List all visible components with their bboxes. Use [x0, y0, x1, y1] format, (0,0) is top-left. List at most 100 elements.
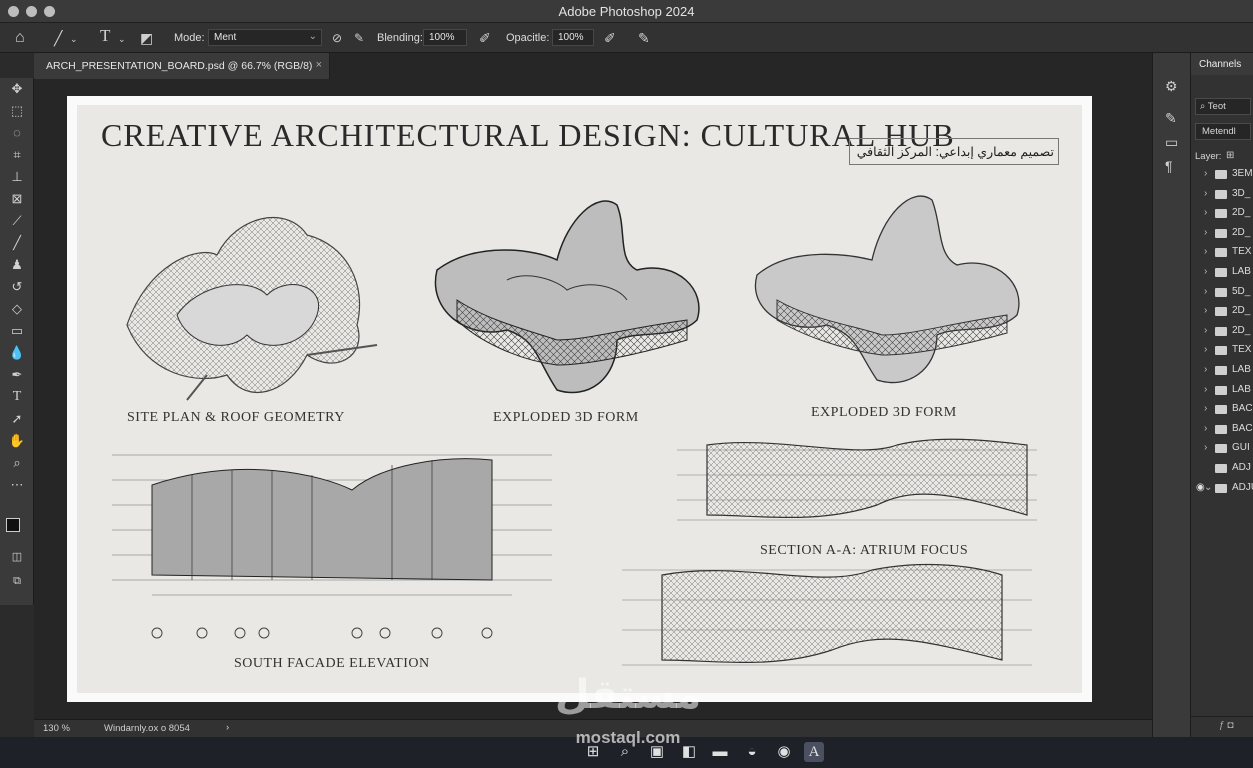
opacity-field[interactable]: 100%: [552, 29, 594, 46]
chevron-icon[interactable]: ›: [1204, 266, 1207, 277]
eraser-tool-icon[interactable]: ◇: [8, 300, 26, 318]
chevron-icon[interactable]: ›: [1204, 384, 1207, 395]
mode-label: Mode:: [174, 32, 205, 44]
toggle-panel-icon[interactable]: ◩: [140, 31, 153, 45]
layer-row[interactable]: ◉⌄ADJU: [1191, 479, 1253, 499]
layer-row[interactable]: › 2D_: [1191, 302, 1253, 322]
home-icon[interactable]: ⌂: [15, 30, 25, 46]
search-icon[interactable]: ⌕: [615, 742, 635, 762]
symmetry-icon[interactable]: ✎: [638, 31, 650, 45]
layer-row[interactable]: › 5D_: [1191, 283, 1253, 303]
adjustments-icon[interactable]: ⚙: [1165, 79, 1178, 93]
layer-row[interactable]: › BAC: [1191, 400, 1253, 420]
blend-mode-select[interactable]: Metendl: [1195, 123, 1251, 140]
layer-row[interactable]: › LAB: [1191, 361, 1253, 381]
blending-field[interactable]: 100%: [423, 29, 467, 46]
layer-row[interactable]: › LAB: [1191, 263, 1253, 283]
layer-row[interactable]: › 2D_: [1191, 204, 1253, 224]
hand-tool-icon[interactable]: ✋: [8, 432, 26, 450]
brush-tool-icon[interactable]: ╱: [8, 234, 26, 252]
pen-tool-icon[interactable]: ✒: [8, 366, 26, 384]
search-value: Teot: [1207, 101, 1226, 112]
rectangle-tool-icon[interactable]: ▭: [8, 322, 26, 340]
blur-tool-icon[interactable]: 💧: [8, 344, 26, 362]
zoom-level[interactable]: 130 %: [43, 723, 70, 734]
lock-icon[interactable]: ⊞: [1226, 150, 1234, 161]
pen-icon[interactable]: ✎: [354, 31, 364, 45]
path-select-icon[interactable]: ➚: [8, 410, 26, 428]
tab-channels[interactable]: Channels: [1191, 53, 1253, 75]
type-tool-icon[interactable]: T: [100, 27, 110, 44]
chevron-icon[interactable]: ›: [1204, 403, 1207, 414]
mask-icon[interactable]: ◘: [1227, 720, 1233, 731]
artboard[interactable]: CREATIVE ARCHITECTURAL DESIGN: CULTURAL …: [67, 96, 1092, 702]
layer-row[interactable]: ADJ: [1191, 459, 1253, 479]
widgets-icon[interactable]: ◧: [679, 742, 699, 762]
layer-search-input[interactable]: ⌕ Teot: [1195, 98, 1251, 115]
chevron-icon[interactable]: ›: [1204, 188, 1207, 199]
layer-row[interactable]: › 3D_: [1191, 185, 1253, 205]
layer-row[interactable]: › TEX: [1191, 341, 1253, 361]
chevron-down-icon[interactable]: ⌄: [118, 32, 126, 46]
foreground-color-swatch[interactable]: [6, 518, 20, 532]
photoshop-app-icon[interactable]: A: [804, 742, 824, 762]
layer-row[interactable]: › 2D_: [1191, 224, 1253, 244]
task-view-icon[interactable]: ▣: [647, 742, 667, 762]
edge-browser-icon[interactable]: ◒: [742, 742, 762, 762]
stamp-tool-icon[interactable]: ♟: [8, 256, 26, 274]
chevron-icon[interactable]: ⌄: [1204, 482, 1212, 493]
slice-tool-icon[interactable]: ⊥: [8, 168, 26, 186]
eyedropper-tool-icon[interactable]: ⟋: [8, 212, 26, 230]
move-tool-icon[interactable]: ✥: [8, 80, 26, 98]
frame-tool-icon[interactable]: ⊠: [8, 190, 26, 208]
marquee-tool-icon[interactable]: ⬚: [8, 102, 26, 120]
type-tool-icon[interactable]: T: [8, 388, 26, 406]
layer-row[interactable]: › LAB: [1191, 381, 1253, 401]
zoom-tool-icon[interactable]: ⌕: [8, 454, 26, 472]
chrome-browser-icon[interactable]: ◉: [774, 742, 794, 762]
erase-icon[interactable]: ⊘: [332, 31, 342, 45]
layer-row[interactable]: › 3EM: [1191, 165, 1253, 185]
mode-value: Ment: [214, 32, 237, 43]
layer-row[interactable]: › 2D_: [1191, 322, 1253, 342]
chevron-icon[interactable]: ›: [1204, 207, 1207, 218]
lasso-tool-icon[interactable]: ◌: [8, 124, 26, 142]
paragraph-icon[interactable]: ¶: [1165, 159, 1173, 173]
folder-icon[interactable]: ▭: [1165, 135, 1178, 149]
brush-tool-icon[interactable]: ╱: [54, 31, 62, 45]
chevron-icon[interactable]: ›: [1204, 305, 1207, 316]
fx-icon[interactable]: ƒ: [1219, 720, 1225, 731]
brush-settings-icon[interactable]: ✎: [1165, 111, 1177, 125]
crop-tool-icon[interactable]: ⌗: [8, 146, 26, 164]
windows-start-icon[interactable]: ⊞: [583, 742, 603, 762]
chevron-icon[interactable]: ›: [1204, 364, 1207, 375]
chevron-icon[interactable]: ›: [1204, 442, 1207, 453]
mode-select[interactable]: Ment ⌄: [208, 29, 322, 46]
document-tab[interactable]: ARCH_PRESENTATION_BOARD.psd @ 66.7% (RGB…: [34, 53, 330, 79]
layer-row[interactable]: › BAC: [1191, 420, 1253, 440]
pressure-icon[interactable]: ✐: [604, 31, 616, 45]
folder-icon: [1215, 209, 1227, 219]
chevron-icon[interactable]: ›: [1204, 168, 1207, 179]
chevron-down-icon[interactable]: ⌄: [70, 32, 78, 46]
chevron-icon[interactable]: ›: [1204, 325, 1207, 336]
chevron-icon[interactable]: ›: [1204, 286, 1207, 297]
status-arrow-icon[interactable]: ›: [226, 722, 229, 733]
folder-icon: [1215, 366, 1227, 375]
layer-row[interactable]: › TEX: [1191, 243, 1253, 263]
chevron-icon[interactable]: ›: [1204, 227, 1207, 238]
file-explorer-icon[interactable]: ▬: [710, 742, 730, 762]
canvas-area[interactable]: CREATIVE ARCHITECTURAL DESIGN: CULTURAL …: [34, 79, 1152, 719]
more-tools-icon[interactable]: ⋯: [8, 476, 26, 494]
airbrush-icon[interactable]: ✐: [479, 31, 491, 45]
folder-icon: [1215, 483, 1227, 493]
layer-row[interactable]: › GUI: [1191, 439, 1253, 459]
close-icon[interactable]: ×: [316, 59, 322, 71]
chevron-icon[interactable]: ›: [1204, 344, 1207, 355]
chevron-icon[interactable]: ›: [1204, 423, 1207, 434]
screen-mode-icon[interactable]: ⧉: [8, 572, 26, 590]
quick-mask-icon[interactable]: ◫: [8, 548, 26, 566]
chevron-icon[interactable]: ›: [1204, 246, 1207, 257]
arabic-text-layer[interactable]: تصميم معماري إبداعي: المركز الثقافي: [849, 138, 1059, 165]
history-brush-icon[interactable]: ↺: [8, 278, 26, 296]
